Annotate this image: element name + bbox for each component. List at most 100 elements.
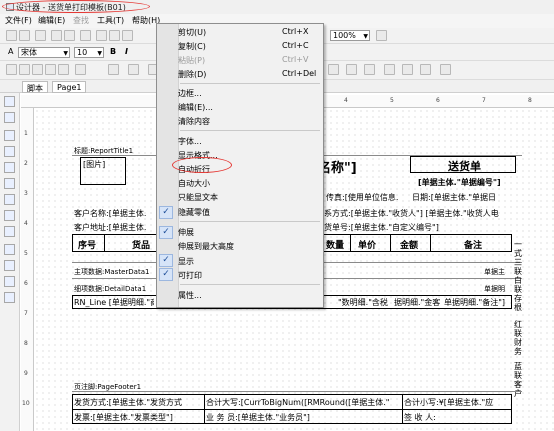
frame-right-icon[interactable] xyxy=(58,64,69,75)
menu-item-font[interactable]: 字体... xyxy=(178,136,202,147)
menu-separator xyxy=(180,130,320,131)
frame-bottom-icon[interactable] xyxy=(32,64,43,75)
new-icon[interactable] xyxy=(6,30,17,41)
align-left-icon[interactable] xyxy=(328,64,339,75)
open-icon[interactable] xyxy=(19,30,30,41)
menu-item-auto-size[interactable]: 自动大小 xyxy=(178,178,210,189)
zoom-select[interactable]: 100% ▼ xyxy=(330,30,370,41)
order-icon[interactable] xyxy=(440,64,451,75)
menu-item-edit[interactable]: 编辑(E)... xyxy=(178,102,213,113)
detail-amount-field[interactable]: 据明细."金客 xyxy=(394,297,442,308)
detail-remark-field[interactable]: 单据明细."备注"] xyxy=(444,297,512,308)
band-master-label[interactable]: 主项数据:MasterData1 xyxy=(74,267,149,277)
zoom-fit-icon[interactable] xyxy=(376,30,387,41)
contact-field[interactable]: 系方式:[单据主体."收货人"] [单据主体."收货人电 xyxy=(324,208,520,219)
copy-icon[interactable] xyxy=(109,30,120,41)
copy-note: 蓝联客户 xyxy=(514,362,522,398)
save-icon[interactable] xyxy=(35,30,46,41)
picture-tool-icon[interactable] xyxy=(4,162,15,173)
cut-icon[interactable] xyxy=(96,30,107,41)
ruler-tick: 5 xyxy=(390,97,394,104)
frame-left-icon[interactable] xyxy=(45,64,56,75)
footer-col-divider xyxy=(402,394,403,424)
menu-edit[interactable]: 编辑(E) xyxy=(38,15,65,26)
menu-tools[interactable]: 工具(T) xyxy=(97,15,124,26)
menu-item-clear[interactable]: 清除内容 xyxy=(178,116,210,127)
tab-script[interactable]: 脚本 xyxy=(22,81,48,93)
fill-color-icon[interactable] xyxy=(108,64,119,75)
more-tools-icon[interactable] xyxy=(4,292,15,303)
menu-item-cut[interactable]: 剪切(U) xyxy=(178,27,206,38)
richtext-tool-icon[interactable] xyxy=(4,260,15,271)
customer-address-field[interactable]: 客户地址:[单据主体. xyxy=(74,222,158,233)
memo-tool-icon[interactable] xyxy=(4,146,15,157)
doc-title: 送货单 xyxy=(448,160,481,173)
amount-lower-field[interactable]: 合计小写:¥[单据主体."应 xyxy=(404,397,510,408)
checkbox-tool-icon[interactable] xyxy=(4,276,15,287)
menu-find[interactable]: 查找 xyxy=(73,15,89,26)
chart-icon[interactable] xyxy=(384,64,395,75)
fax-field[interactable]: 传真:[使用单位信息. xyxy=(326,192,408,203)
ruler-tick: 3 xyxy=(24,190,28,197)
menu-item-paste[interactable]: 粘贴(P) xyxy=(178,55,205,66)
menu-item-properties[interactable]: 属性... xyxy=(178,290,202,301)
menu-item-hide-zero[interactable]: 隐藏零值 xyxy=(178,207,210,218)
menu-file[interactable]: 文件(F) xyxy=(5,15,32,26)
col-header-amount: 金额 xyxy=(400,241,419,251)
align-right-icon[interactable] xyxy=(346,64,357,75)
menu-item-copy[interactable]: 复制(C) xyxy=(178,41,206,52)
detail-line-field[interactable]: RN_Line [单据明细."商 xyxy=(74,297,154,308)
ruler-tick: 2 xyxy=(24,160,28,167)
preview-icon[interactable] xyxy=(64,30,75,41)
ruler-tick: 5 xyxy=(24,250,28,257)
col-header-goods: 货品 xyxy=(132,241,151,251)
line-tool-icon[interactable] xyxy=(4,194,15,205)
band-detail-label[interactable]: 细项数据:DetailData1 xyxy=(74,284,146,294)
menu-item-border[interactable]: 边框... xyxy=(178,88,202,99)
print-icon[interactable] xyxy=(51,30,62,41)
align-center-icon[interactable] xyxy=(364,64,375,75)
hand-tool-icon[interactable] xyxy=(4,112,15,123)
menu-item-delete[interactable]: 删除(D) xyxy=(178,69,206,80)
bold-button[interactable]: B xyxy=(110,47,116,56)
font-size-select[interactable]: 10 ▼ xyxy=(74,47,104,58)
italic-button[interactable]: I xyxy=(125,47,128,56)
font-letter-icon: A xyxy=(8,47,14,56)
band-master-right: 单据主 xyxy=(484,268,505,276)
frame-top-icon[interactable] xyxy=(19,64,30,75)
band-tool-icon[interactable] xyxy=(4,130,15,141)
col-header-price: 单价 xyxy=(358,241,377,251)
receiver-field[interactable]: 签 收 人: xyxy=(404,412,510,423)
subreport-tool-icon[interactable] xyxy=(4,178,15,189)
shape-tool-icon[interactable] xyxy=(4,210,15,221)
line-color-icon[interactable] xyxy=(128,64,139,75)
col-header-no: 序号 xyxy=(78,241,97,251)
tab-page1[interactable]: Page1 xyxy=(52,81,87,93)
menu-item-visible[interactable]: 显示 xyxy=(178,256,194,267)
customer-name-field[interactable]: 客户名称:[单据主体. xyxy=(74,208,158,219)
menu-item-stretch-max[interactable]: 伸展到最大高度 xyxy=(178,241,234,252)
paste-icon[interactable] xyxy=(122,30,133,41)
detail-tax-field[interactable]: "数明细."含税 xyxy=(338,297,392,308)
salesman-field[interactable]: 业 务 员:[单据主体."业务员"] xyxy=(206,412,401,423)
align-text-icon[interactable] xyxy=(402,64,413,75)
frame-none-icon[interactable] xyxy=(75,64,86,75)
frame-all-icon[interactable] xyxy=(6,64,17,75)
invoice-field[interactable]: 发票:[单据主体."发票类型"] xyxy=(74,412,203,423)
find-icon[interactable] xyxy=(80,30,91,41)
menu-item-text-only[interactable]: 只能显文本 xyxy=(178,192,218,203)
ruler-tick: 8 xyxy=(528,97,532,104)
spacing-icon[interactable] xyxy=(420,64,431,75)
menu-item-printable[interactable]: 可打印 xyxy=(178,270,202,281)
menu-separator xyxy=(180,284,320,285)
doc-number[interactable]: [单据主体."单据编号"] xyxy=(418,177,501,188)
chart-tool-icon[interactable] xyxy=(4,226,15,237)
date-field[interactable]: 日期:[单据主体."单据日 xyxy=(412,192,516,203)
bill-number-field[interactable]: 货单号:[单据主体."自定义编号"] xyxy=(324,222,520,233)
ship-method-field[interactable]: 发货方式:[单据主体."发货方式 xyxy=(74,397,203,408)
barcode-tool-icon[interactable] xyxy=(4,244,15,255)
amount-upper-field[interactable]: 合计大写:[CurrToBigNum([RMRound([单据主体." xyxy=(206,397,401,408)
select-tool-icon[interactable] xyxy=(4,96,15,107)
font-name-select[interactable]: 宋体 ▼ xyxy=(18,47,70,58)
menu-item-stretch[interactable]: 伸展 xyxy=(178,227,194,238)
